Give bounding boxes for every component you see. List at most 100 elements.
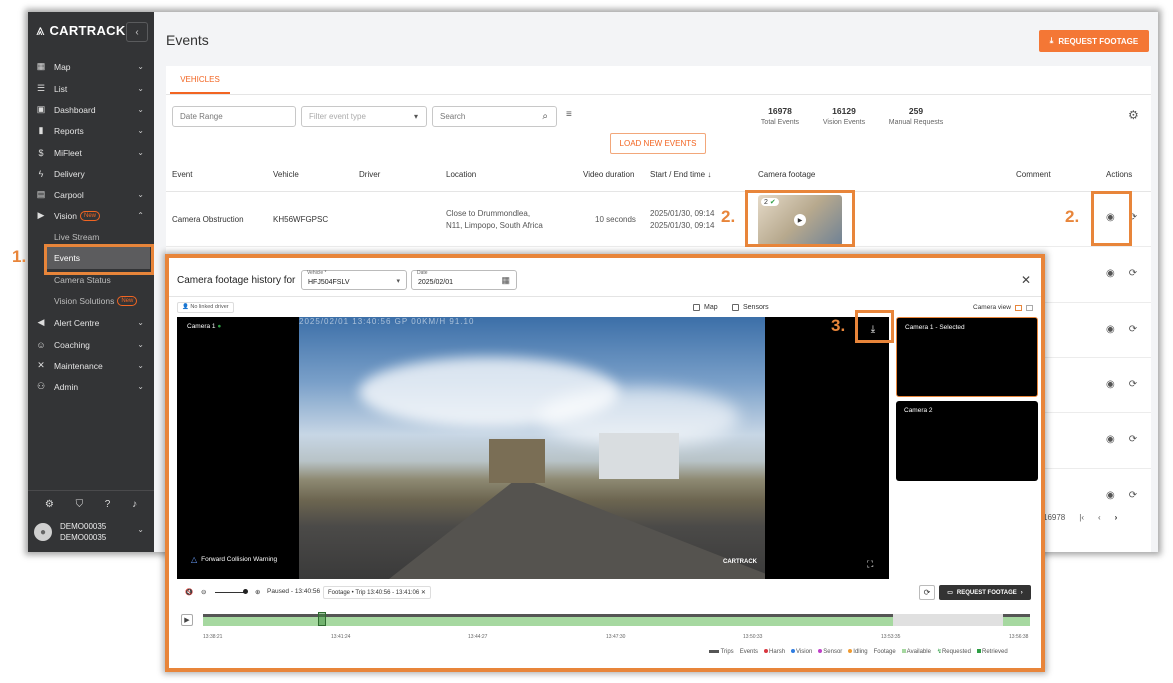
zoom-slider-handle[interactable] xyxy=(243,589,248,594)
request-upload-icon[interactable]: ⟳ xyxy=(1129,268,1137,279)
view-eye-icon[interactable]: ◉ xyxy=(1106,268,1115,279)
column-header-event[interactable]: Event xyxy=(172,170,192,179)
megaphone-icon: ◀ xyxy=(37,317,45,327)
dropdown-arrow-icon: ▾ xyxy=(396,278,400,285)
date-picker[interactable]: Date 2025/02/01 ▦ xyxy=(411,270,517,290)
view-eye-icon[interactable]: ◉ xyxy=(1106,324,1115,335)
list-icon: ☰ xyxy=(36,83,46,93)
column-header-time[interactable]: Start / End time ↓ xyxy=(650,170,711,179)
video-timestamp-overlay: 2025/02/01 13:40:56 GP 00KM/H 91.10 xyxy=(299,317,475,326)
close-icon[interactable]: ✕ xyxy=(1021,273,1031,287)
sidebar-item-list[interactable]: ☰ List ⌄ xyxy=(28,78,154,99)
sidebar-item-label: Map xyxy=(54,61,71,72)
vision-dot xyxy=(791,648,796,653)
row-location: Close to Drummondlea, N11, Limpopo, South… xyxy=(446,208,543,232)
column-header-vehicle[interactable]: Vehicle xyxy=(273,170,299,179)
modal-request-footage-button[interactable]: ▭ REQUEST FOOTAGE › xyxy=(939,585,1031,600)
column-header-comment[interactable]: Comment xyxy=(1016,170,1051,179)
close-icon[interactable]: ✕ xyxy=(421,590,426,596)
first-page-icon[interactable]: |‹ xyxy=(1079,513,1084,522)
request-upload-icon[interactable]: ⟳ xyxy=(1129,434,1137,445)
chevron-down-icon: ⌄ xyxy=(137,126,144,135)
request-footage-button[interactable]: ⤓ REQUEST FOOTAGE xyxy=(1039,30,1149,52)
timeline[interactable]: ▶ 13:38:21 13:41:24 13:44:27 13:47:30 13… xyxy=(177,610,1039,642)
filter-icon[interactable]: ≡ xyxy=(566,109,572,120)
user-menu[interactable]: ● DEMO00035 DEMO00035 xyxy=(34,521,106,543)
vehicle-select[interactable]: Vehicle * HFJ504FSLV ▾ xyxy=(301,270,407,290)
sensors-checkbox[interactable]: Sensors xyxy=(732,304,769,311)
help-icon[interactable]: ? xyxy=(105,499,111,510)
video-player[interactable]: Camera 1 ● 2025/02/01 13:40:56 GP 00KM/H… xyxy=(177,317,889,579)
zoom-in-icon[interactable]: ⊕ xyxy=(255,588,260,596)
settings-gear-icon[interactable]: ⚙ xyxy=(45,499,54,510)
retrieved-swatch xyxy=(976,648,981,653)
timeline-tick: 13:47:30 xyxy=(606,634,626,640)
annotation-box-download xyxy=(855,310,894,343)
play-button[interactable]: ▶ xyxy=(181,614,193,626)
table-settings-gear-icon[interactable]: ⚙ xyxy=(1128,108,1139,122)
column-header-footage[interactable]: Camera footage xyxy=(758,170,815,179)
sidebar-item-admin[interactable]: ⚇ Admin ⌄ xyxy=(28,376,154,397)
row-vehicle: KH56WFGPSC xyxy=(273,215,329,224)
sidebar-item-alert-centre[interactable]: ◀ Alert Centre ⌄ xyxy=(28,312,154,333)
trips-swatch xyxy=(709,649,719,653)
timeline-bar[interactable] xyxy=(203,612,1030,626)
grid-view-icon[interactable] xyxy=(1025,304,1033,311)
sync-button[interactable]: ⟳ xyxy=(919,585,935,600)
chevron-right-icon: › xyxy=(1020,589,1023,596)
collapse-sidebar-button[interactable]: ‹ xyxy=(126,22,148,42)
row-location-line: Close to Drummondlea, xyxy=(446,209,531,218)
chevron-down-icon[interactable]: ⌄ xyxy=(137,525,144,534)
single-view-icon[interactable] xyxy=(1014,304,1022,311)
sidebar-item-vision[interactable]: ▶ Vision New ⌃ xyxy=(28,205,154,226)
sidebar-item-carpool[interactable]: ▤ Carpool ⌄ xyxy=(28,184,154,205)
footage-trip-chip[interactable]: Footage • Trip 13:40:56 - 13:41:06 ✕ xyxy=(323,586,431,599)
view-eye-icon[interactable]: ◉ xyxy=(1106,434,1115,445)
fullscreen-icon[interactable]: ⛶ xyxy=(867,559,873,570)
shield-icon[interactable]: ⛉ xyxy=(76,499,84,510)
next-page-icon[interactable]: › xyxy=(1115,513,1118,522)
sidebar-subitem-vision-solutions[interactable]: Vision Solutions New xyxy=(54,291,138,311)
sidebar-item-reports[interactable]: ▮ Reports ⌄ xyxy=(28,120,154,141)
column-header-duration[interactable]: Video duration xyxy=(583,170,634,179)
request-upload-icon[interactable]: ⟳ xyxy=(1129,324,1137,335)
column-header-location[interactable]: Location xyxy=(446,170,476,179)
sidebar-item-label: Delivery xyxy=(54,168,85,179)
camera-2-tile[interactable]: Camera 2 xyxy=(896,401,1038,481)
sidebar-item-mifleet[interactable]: $ MiFleet ⌄ xyxy=(28,142,154,163)
stat-value: 16129 xyxy=(832,106,856,116)
sidebar-item-maintenance[interactable]: ✕ Maintenance ⌄ xyxy=(28,355,154,376)
search-input[interactable]: Search ⌕ xyxy=(432,106,557,127)
sidebar-item-map[interactable]: ▦ Map ⌄ xyxy=(28,56,154,77)
timeline-trip-segment xyxy=(1003,614,1030,617)
warning-triangle-icon: △ xyxy=(191,555,198,564)
load-new-events-button[interactable]: LOAD NEW EVENTS xyxy=(610,133,706,154)
date-range-field[interactable]: Date Range xyxy=(172,106,296,127)
tab-vehicles[interactable]: VEHICLES xyxy=(170,66,230,94)
column-header-driver[interactable]: Driver xyxy=(359,170,380,179)
stat-manual-requests: 259 Manual Requests xyxy=(884,106,948,126)
person-icon: 👤 xyxy=(182,304,189,310)
map-checkbox-label: Map xyxy=(704,304,718,311)
mute-icon[interactable]: 🔇 xyxy=(185,588,193,596)
sidebar-item-delivery[interactable]: ϟ Delivery xyxy=(28,163,154,184)
request-upload-icon[interactable]: ⟳ xyxy=(1129,379,1137,390)
row-location-line: N11, Limpopo, South Africa xyxy=(446,221,543,230)
request-upload-icon[interactable]: ⟳ xyxy=(1129,490,1137,501)
status-dot-icon: ● xyxy=(217,323,222,330)
prev-page-icon[interactable]: ‹ xyxy=(1098,513,1101,522)
zoom-slider[interactable] xyxy=(215,592,245,593)
sidebar-item-dashboard[interactable]: ▣ Dashboard ⌄ xyxy=(28,99,154,120)
legend-label: Vision xyxy=(796,648,813,655)
sidebar-item-coaching[interactable]: ☺ Coaching ⌄ xyxy=(28,334,154,355)
camera-1-tile[interactable]: Camera 1 - Selected xyxy=(896,317,1038,397)
map-checkbox[interactable]: Map xyxy=(693,304,718,311)
view-eye-icon[interactable]: ◉ xyxy=(1106,490,1115,501)
camera-view-toggle[interactable]: Camera view xyxy=(973,304,1033,311)
timeline-playhead[interactable] xyxy=(318,612,326,626)
camera-icon: ▶ xyxy=(37,210,45,220)
view-eye-icon[interactable]: ◉ xyxy=(1106,379,1115,390)
event-type-select[interactable]: Filter event type ▾ xyxy=(301,106,427,127)
zoom-out-icon[interactable]: ⊖ xyxy=(201,588,206,596)
bell-icon[interactable]: ♪ xyxy=(132,499,137,510)
